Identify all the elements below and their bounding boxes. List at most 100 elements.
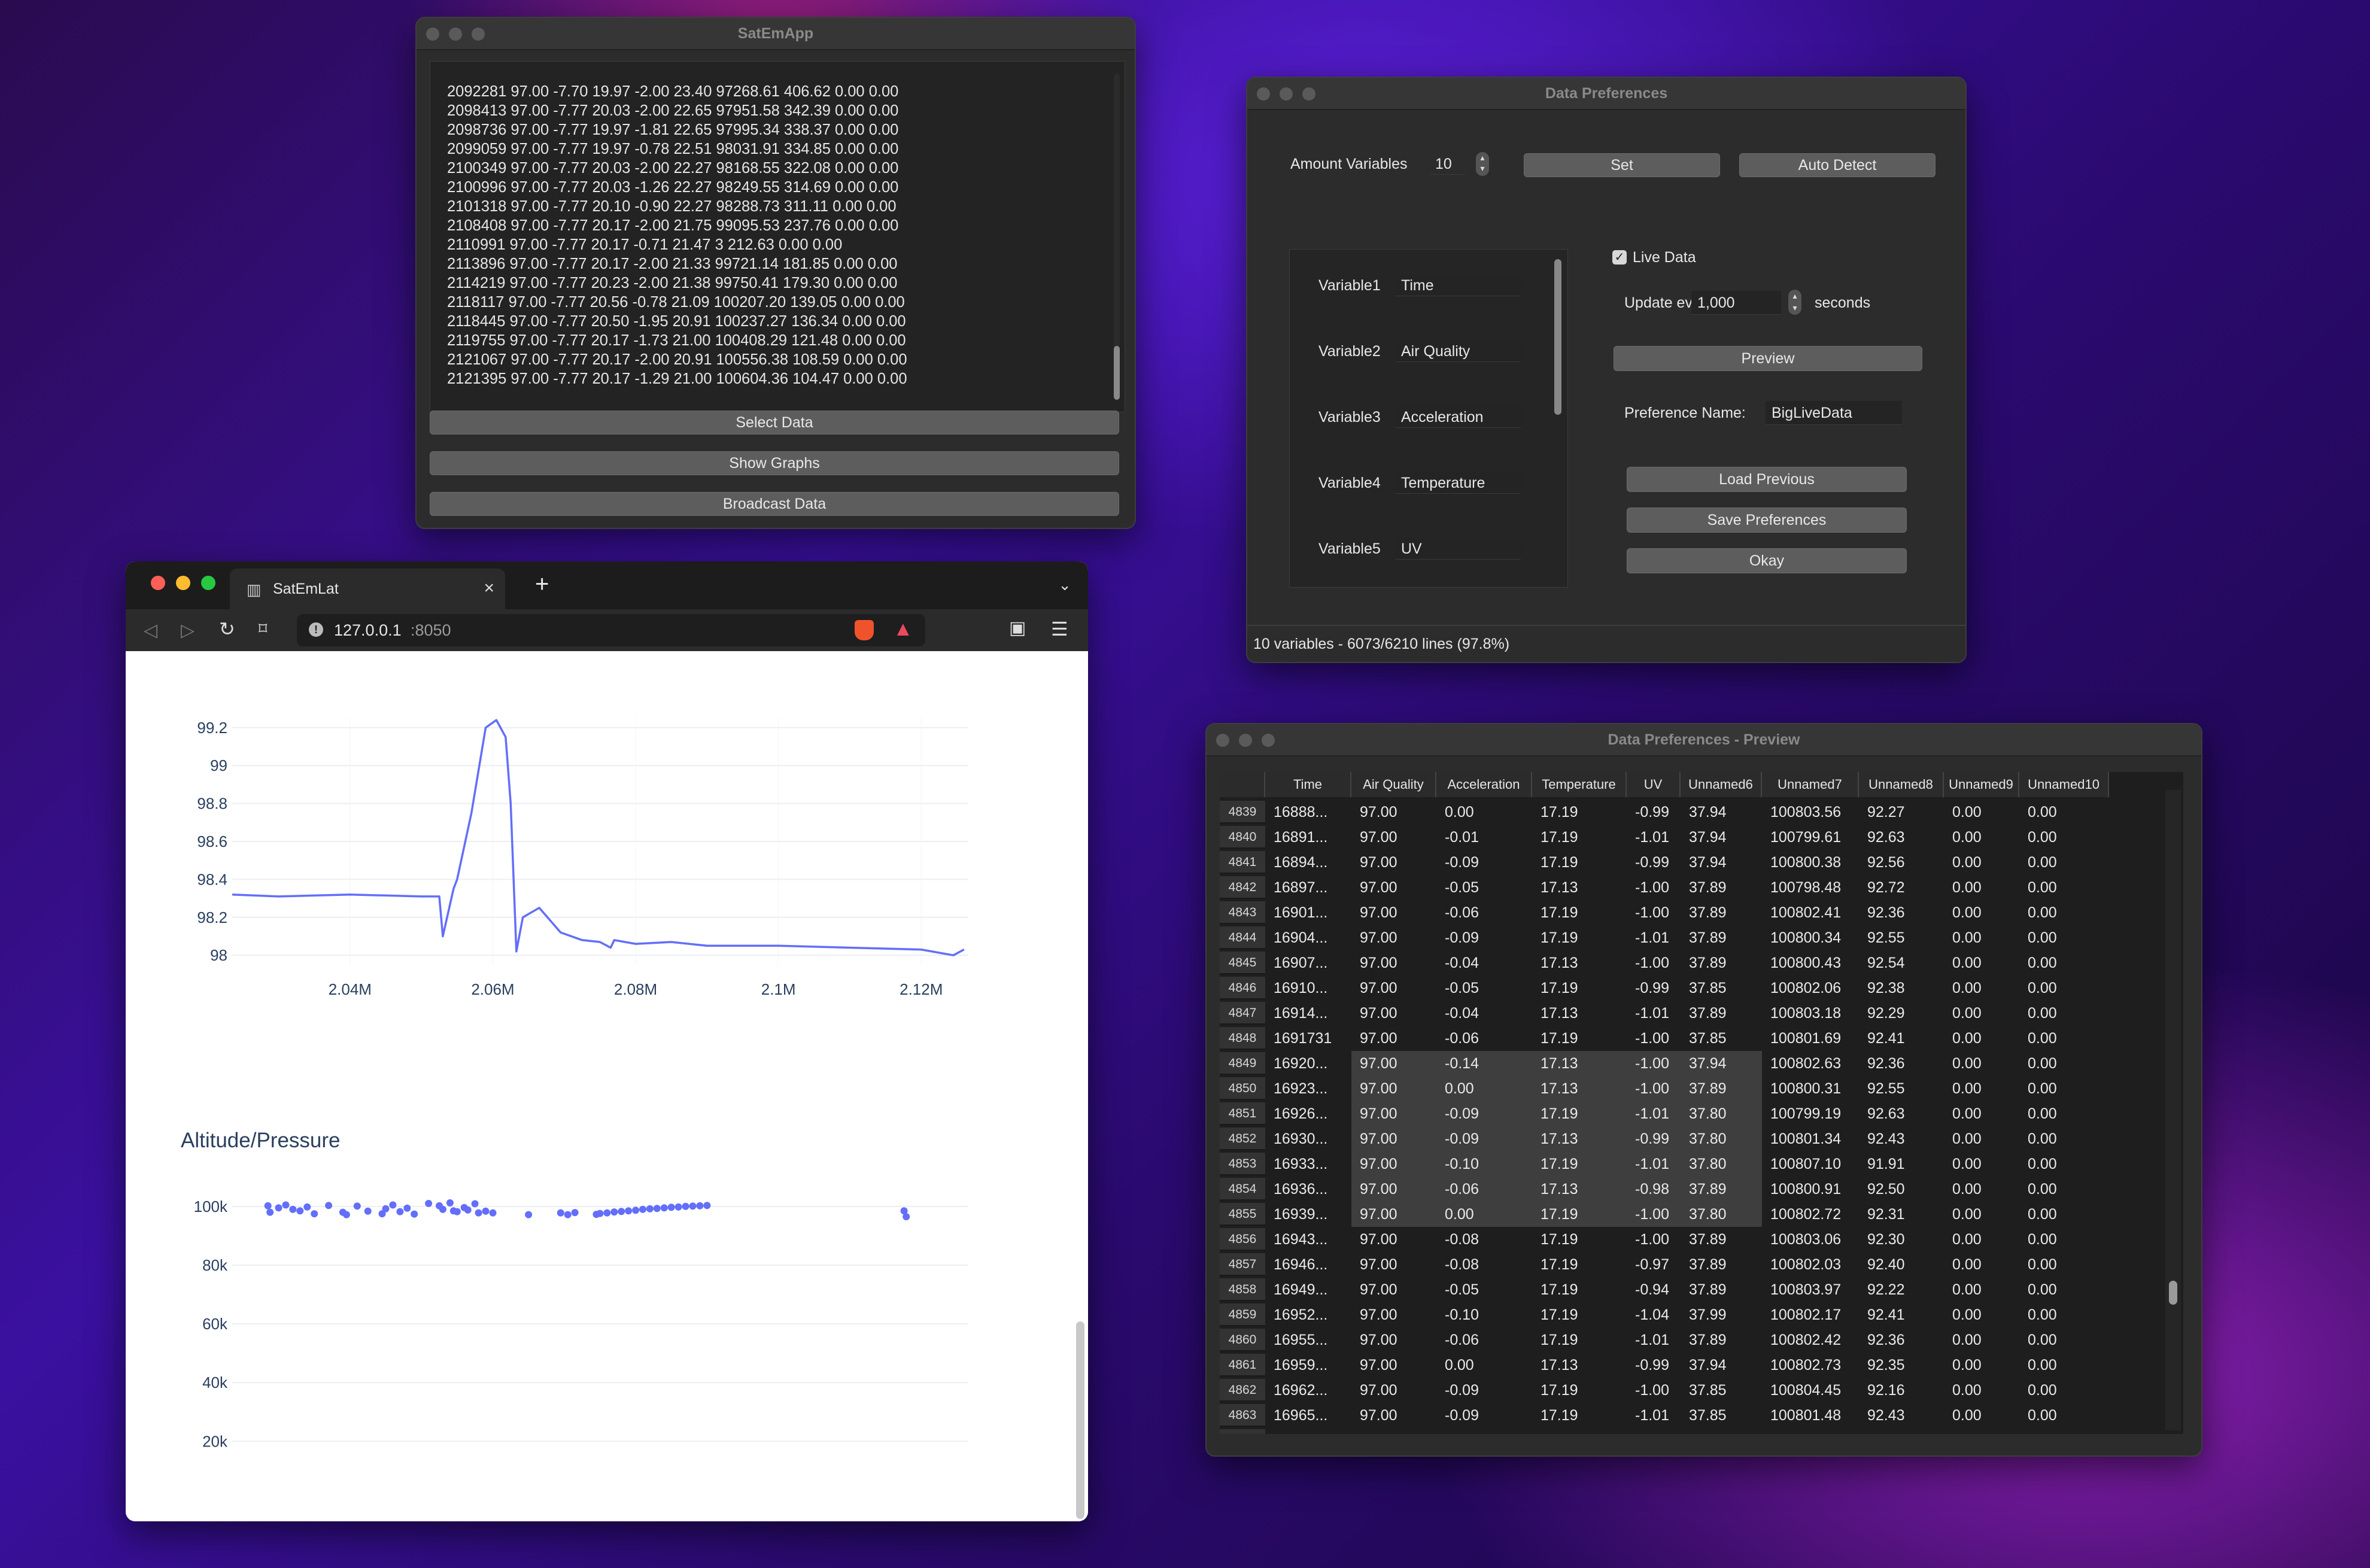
bookmark-icon[interactable]: ⌑ [259,619,267,639]
forward-icon[interactable]: ▷ [181,620,195,641]
row-header[interactable]: 4851 [1220,1102,1265,1125]
scatter-point [646,1205,654,1213]
table-cell: 16926... [1274,1105,1328,1122]
column-header[interactable]: Air Quality [1351,772,1436,797]
variable-name-field[interactable]: Temperature [1395,472,1521,494]
row-header[interactable]: 4852 [1220,1128,1265,1150]
row-header[interactable]: 4848 [1220,1027,1265,1050]
row-header[interactable]: 4842 [1220,876,1265,899]
tab-satemlat[interactable]: ▥ SatEmLat × [230,569,505,609]
url-bar[interactable]: ! 127.0.0.1 :8050 ▲ [297,614,925,646]
row-header[interactable]: 4860 [1220,1329,1265,1351]
row-header[interactable]: 4849 [1220,1052,1265,1075]
column-header[interactable]: Unnamed6 [1681,772,1762,797]
column-header[interactable]: Time [1265,772,1351,797]
row-header[interactable]: 4853 [1220,1153,1265,1175]
table-cell: 0.00 [2028,1181,2057,1198]
row-header[interactable]: 4854 [1220,1178,1265,1201]
console-line: 2118445 97.00 -7.77 20.50 -1.95 20.91 10… [447,313,906,330]
row-header[interactable]: 4856 [1220,1228,1265,1251]
column-header[interactable]: Unnamed8 [1859,772,1944,797]
amount-variables-field[interactable]: 10 [1429,153,1465,175]
row-header[interactable]: 4846 [1220,977,1265,999]
table-cell: 37.80 [1681,1151,1762,1177]
console-scroll-thumb[interactable] [1114,346,1120,400]
row-header[interactable]: 4859 [1220,1303,1265,1326]
column-header[interactable]: Unnamed7 [1762,772,1859,797]
row-header[interactable]: 4855 [1220,1203,1265,1226]
wallet-icon[interactable]: ▣ [1009,618,1026,639]
variables-scrollbar[interactable] [1554,259,1561,415]
satemapp-titlebar[interactable]: SatEmApp [417,18,1135,50]
column-header[interactable]: Unnamed9 [1944,772,2019,797]
set-button[interactable]: Set [1524,153,1720,177]
broadcast-data-button[interactable]: Broadcast Data [430,492,1119,516]
row-header[interactable]: 4861 [1220,1354,1265,1376]
column-header[interactable]: Acceleration [1436,772,1532,797]
save-preferences-button[interactable]: Save Preferences [1627,508,1907,533]
okay-button[interactable]: Okay [1627,548,1907,573]
table-cell: 37.94 [1689,829,1727,846]
table-cell: -0.97 [1635,1256,1669,1273]
update-stepper-icon[interactable]: ▴ ▾ [1788,290,1801,315]
row-header[interactable]: 4844 [1220,926,1265,949]
row-header[interactable]: 4841 [1220,851,1265,874]
browser-window: ▥ SatEmLat × + ⌄ ◁ ▷ ↻ ⌑ ! 127.0.0.1 :80… [126,561,1088,1521]
show-graphs-button[interactable]: Show Graphs [430,451,1119,475]
load-previous-button[interactable]: Load Previous [1627,467,1907,492]
row-header[interactable]: 4863 [1220,1404,1265,1427]
auto-detect-button[interactable]: Auto Detect [1739,153,1936,177]
new-tab-icon[interactable]: + [535,571,549,598]
preview-titlebar[interactable]: Data Preferences - Preview [1207,724,2201,756]
dash-page[interactable]: 99.2 99 98.8 98.6 98.4 98.2 98 2.04M 2.06M 2.08M 2… [126,651,1088,1521]
live-data-checkbox[interactable]: ✓ [1612,250,1627,265]
preview-table[interactable]: Time Air Quality Acceleration Temperature UV… [1220,772,2183,1434]
variable-name-field[interactable]: UV [1395,538,1521,560]
scatter-point [596,1210,604,1217]
update-interval-field[interactable]: 1,000 [1691,291,1781,315]
menu-icon[interactable]: ☰ [1051,618,1068,640]
close-tab-icon[interactable]: × [484,578,494,598]
prefs-titlebar[interactable]: Data Preferences [1247,78,1965,110]
minimize-icon[interactable] [176,576,190,590]
variable-name-field[interactable]: Acceleration [1395,406,1521,428]
row-header[interactable]: 4845 [1220,952,1265,974]
preview-button[interactable]: Preview [1614,346,1922,371]
scatter-point [266,1208,274,1216]
variable-name-field[interactable]: Time [1395,275,1521,296]
table-cell: 92.63 [1867,829,1905,846]
column-header[interactable]: Temperature [1532,772,1627,797]
rewards-icon[interactable]: ▲ [893,618,913,641]
row-header[interactable]: 4858 [1220,1278,1265,1301]
row-header[interactable]: 4847 [1220,1002,1265,1025]
close-icon[interactable] [151,576,165,590]
chevron-down-icon[interactable]: ⌄ [1058,576,1071,594]
table-cell: 16936... [1274,1181,1328,1198]
variables-panel[interactable]: Variable1 Time Variable2 Air Quality Variabl… [1289,249,1568,588]
reload-icon[interactable]: ↻ [219,618,235,640]
table-scroll-thumb[interactable] [2169,1281,2177,1305]
column-header[interactable]: Unnamed10 [2019,772,2109,797]
console-scrollbar[interactable] [1114,74,1120,400]
row-header[interactable]: 4840 [1220,826,1265,849]
preference-name-field[interactable]: BigLiveData [1766,401,1902,425]
back-icon[interactable]: ◁ [144,620,157,641]
variable-name-field[interactable]: Air Quality [1395,341,1521,362]
select-data-button[interactable]: Select Data [430,411,1119,434]
scatter-point [364,1207,372,1215]
row-header[interactable]: 4843 [1220,901,1265,924]
row-header[interactable]: 4857 [1220,1253,1265,1276]
row-header[interactable]: 4839 [1220,801,1265,823]
brave-shields-icon[interactable] [855,620,874,640]
table-scrollbar[interactable] [2165,790,2181,1430]
row-header[interactable]: 4864 [1220,1429,1265,1434]
console-line: 2121395 97.00 -7.77 20.17 -1.29 21.00 10… [447,370,907,387]
page-scrollbar[interactable] [1076,1321,1084,1519]
amount-stepper-icon[interactable]: ▴ ▾ [1476,152,1489,176]
row-header[interactable]: 4850 [1220,1077,1265,1100]
row-header[interactable]: 4862 [1220,1379,1265,1402]
maximize-icon[interactable] [201,576,215,590]
data-console[interactable]: 2092281 97.00 -7.70 19.97 -2.00 23.40 97… [430,61,1125,412]
info-icon[interactable]: ! [309,622,323,637]
column-header[interactable]: UV [1627,772,1681,797]
